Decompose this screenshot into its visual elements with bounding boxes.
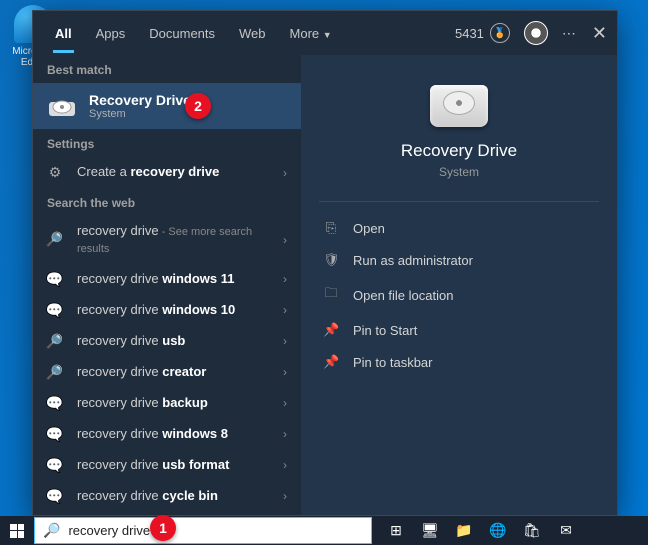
mail-icon[interactable]: ✉ <box>550 516 582 545</box>
windows-logo-icon <box>10 524 24 538</box>
task-view-icon[interactable]: ⊞ <box>380 516 412 545</box>
action-run-as-administrator[interactable]: 🛡Run as administrator <box>319 244 599 276</box>
chevron-right-icon: › <box>283 303 287 317</box>
preview-subtitle: System <box>439 165 479 179</box>
folder-icon: 🗀 <box>323 284 339 306</box>
tab-web[interactable]: Web <box>227 14 278 53</box>
best-match-title: Recovery Drive <box>89 92 191 108</box>
chat-icon: 💬 <box>47 488 63 505</box>
action-pin-to-taskbar[interactable]: 📌Pin to taskbar <box>319 346 599 378</box>
web-result[interactable]: 💬recovery drive usb format› <box>33 450 301 481</box>
search-icon: 🔍 <box>47 231 63 248</box>
section-settings: Settings <box>33 129 301 157</box>
section-best-match: Best match <box>33 55 301 83</box>
gear-icon: ⚙ <box>47 164 63 181</box>
chat-icon: 💬 <box>47 271 63 288</box>
web-result[interactable]: 💬recovery drive cycle bin› <box>33 481 301 512</box>
rewards-counter[interactable]: 5431 🏅 <box>455 23 510 43</box>
chevron-right-icon: › <box>283 458 287 472</box>
web-result[interactable]: 🔍recovery drive - See more search result… <box>33 216 301 264</box>
web-result[interactable]: 💬recovery drive to reinstall windows 10› <box>33 512 301 515</box>
callout-1: 1 <box>150 515 176 541</box>
file-explorer-icon[interactable]: 📁 <box>448 516 480 545</box>
callout-2: 2 <box>185 93 211 119</box>
chat-icon: 💬 <box>47 457 63 474</box>
settings-item[interactable]: ⚙ Create a recovery drive › <box>33 157 301 188</box>
web-result[interactable]: 🔍recovery drive creator› <box>33 357 301 388</box>
preview-title: Recovery Drive <box>401 141 517 161</box>
search-tabs: All Apps Documents Web More ▼ 5431 🏅 ⋯ ✕ <box>33 11 617 55</box>
search-input[interactable] <box>68 523 363 538</box>
web-result[interactable]: 💬recovery drive backup› <box>33 388 301 419</box>
chevron-right-icon: › <box>283 396 287 410</box>
chat-icon: 💬 <box>47 426 63 443</box>
chevron-right-icon: › <box>283 334 287 348</box>
start-button[interactable] <box>0 516 34 545</box>
web-result[interactable]: 💬recovery drive windows 11› <box>33 264 301 295</box>
close-icon[interactable]: ✕ <box>592 23 607 44</box>
chevron-right-icon: › <box>283 365 287 379</box>
chevron-right-icon: › <box>283 272 287 286</box>
chat-icon: 💬 <box>47 395 63 412</box>
preview-pane: Recovery Drive System ⎘Open🛡Run as admin… <box>301 55 617 515</box>
shield-icon: 🛡 <box>323 252 339 268</box>
chevron-right-icon: › <box>283 166 287 180</box>
medal-icon: 🏅 <box>490 23 510 43</box>
tab-more[interactable]: More ▼ <box>278 14 344 53</box>
results-list: Best match Recovery Drive System Setting… <box>33 55 301 515</box>
taskbar-search[interactable]: 🔍 <box>34 517 372 544</box>
tab-apps[interactable]: Apps <box>84 14 138 53</box>
web-result[interactable]: 🔍recovery drive usb› <box>33 326 301 357</box>
edge-taskbar-icon[interactable]: 🌐 <box>482 516 514 545</box>
preview-drive-icon <box>430 85 488 127</box>
action-pin-to-start[interactable]: 📌Pin to Start <box>319 314 599 346</box>
action-open-file-location[interactable]: 🗀Open file location <box>319 276 599 314</box>
open-icon: ⎘ <box>323 220 339 236</box>
tab-all[interactable]: All <box>43 14 84 53</box>
chevron-right-icon: › <box>283 489 287 503</box>
more-options[interactable]: ⋯ <box>562 25 578 42</box>
search-icon: 🔍 <box>47 364 63 381</box>
search-icon: 🔍 <box>43 522 60 539</box>
taskbar: 🔍 ⊞ 🖥 📁 🌐 🛍 ✉ <box>0 516 648 545</box>
best-match-subtitle: System <box>89 108 191 120</box>
chevron-right-icon: › <box>283 233 287 247</box>
chevron-right-icon: › <box>283 427 287 441</box>
section-web: Search the web <box>33 188 301 216</box>
search-icon: 🔍 <box>47 333 63 350</box>
taskbar-app-1[interactable]: 🖥 <box>414 516 446 545</box>
search-panel: All Apps Documents Web More ▼ 5431 🏅 ⋯ ✕… <box>32 10 618 516</box>
best-match-item[interactable]: Recovery Drive System <box>33 83 301 129</box>
drive-icon <box>47 91 77 121</box>
web-result[interactable]: 💬recovery drive windows 8› <box>33 419 301 450</box>
web-result[interactable]: 💬recovery drive windows 10› <box>33 295 301 326</box>
chat-icon: 💬 <box>47 302 63 319</box>
store-icon[interactable]: 🛍 <box>516 516 548 545</box>
pin-icon: 📌 <box>323 354 339 370</box>
user-avatar[interactable] <box>524 21 548 45</box>
tab-documents[interactable]: Documents <box>137 14 227 53</box>
pin-icon: 📌 <box>323 322 339 338</box>
action-open[interactable]: ⎘Open <box>319 212 599 244</box>
